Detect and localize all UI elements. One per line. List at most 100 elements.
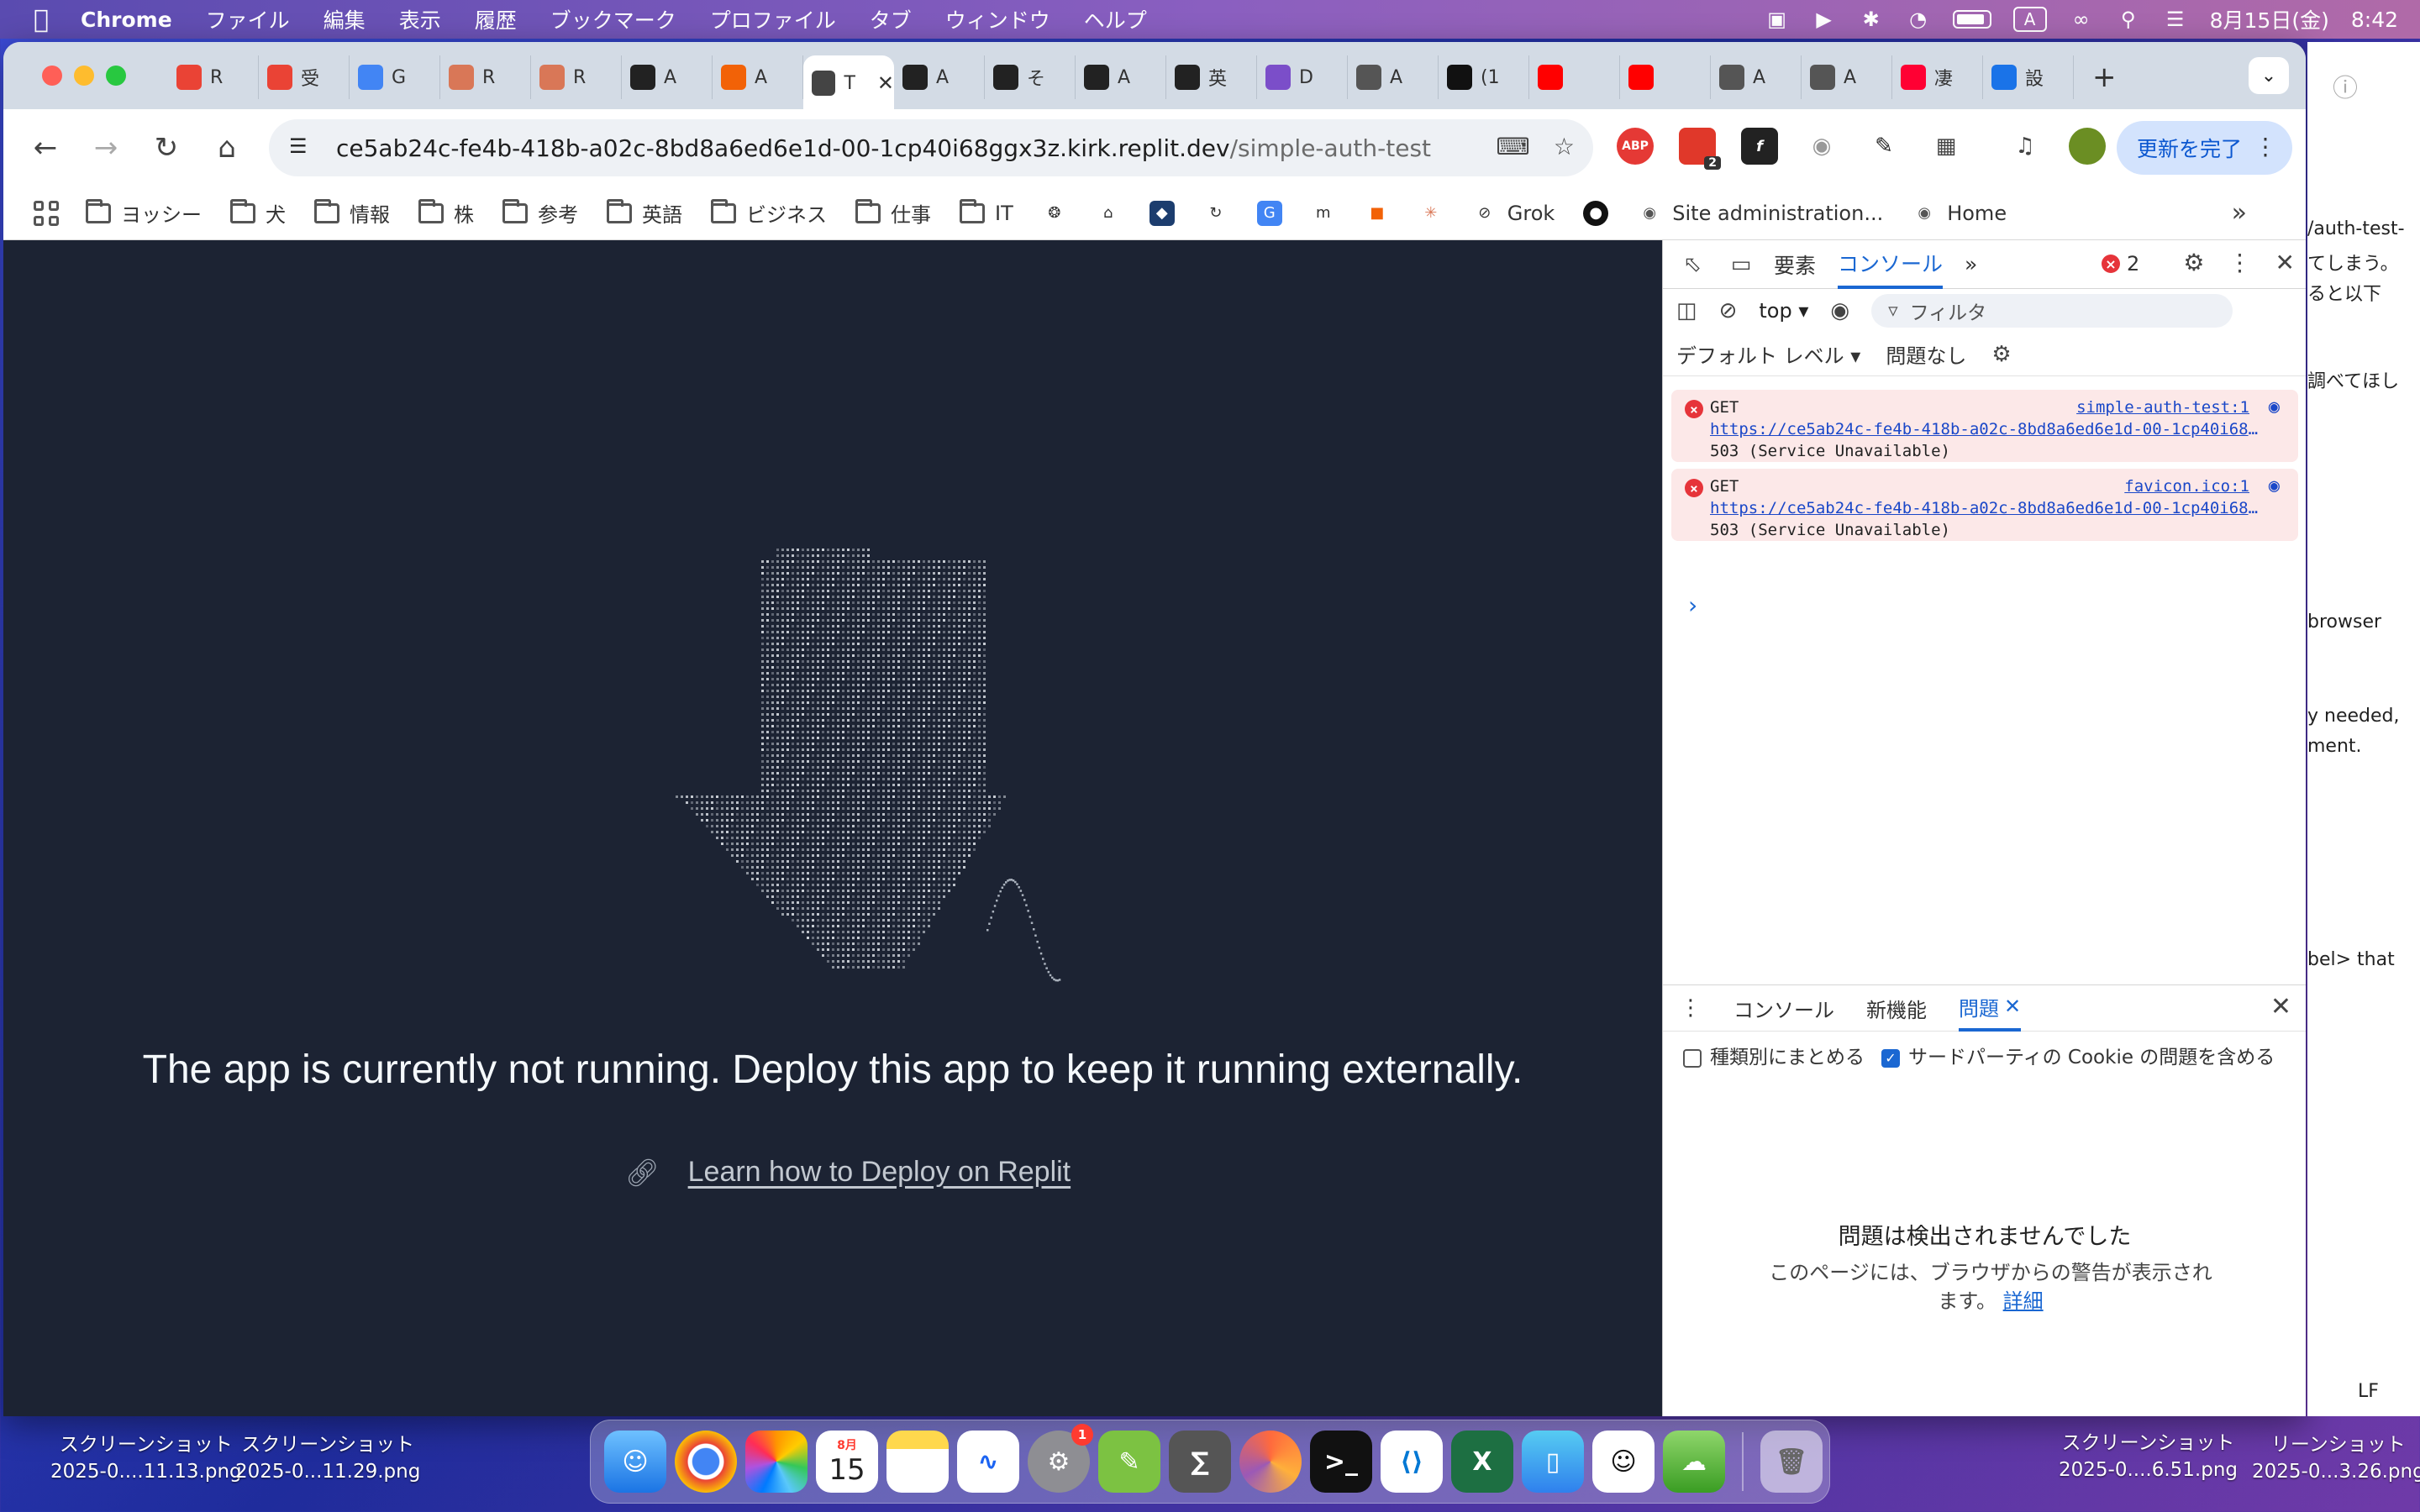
tab-console[interactable]: コンソール xyxy=(1838,240,1944,289)
browser-tab[interactable]: A xyxy=(1802,55,1892,99)
drawer-tab-console[interactable]: コンソール xyxy=(1733,994,1834,1023)
home-button[interactable]: ⌂ xyxy=(197,131,257,165)
notes-icon[interactable] xyxy=(886,1431,949,1493)
drawer-close-icon[interactable]: ✕ xyxy=(2270,992,2291,1021)
more-tabs-icon[interactable]: » xyxy=(1965,240,1977,289)
desktop-file[interactable]: リーンショット 2025-0...3.26.png xyxy=(2252,1431,2420,1485)
browser-tab[interactable]: 英 xyxy=(1166,55,1257,99)
browser-tab[interactable]: A xyxy=(1076,55,1166,99)
log-url-link[interactable]: https://ce5ab24c-fe4b-418b-a02c-8bd8a6ed… xyxy=(1710,499,2265,517)
bookmark-folder[interactable]: 情報 xyxy=(314,198,390,228)
log-source-link[interactable]: favicon.ico:1 xyxy=(2124,477,2249,496)
tab-active[interactable]: T ✕ xyxy=(803,55,894,111)
desktop-file[interactable]: スクリーンショット 2025-0...11.29.png xyxy=(235,1431,420,1485)
context-selector[interactable]: top ▾ xyxy=(1759,299,1808,323)
input-source-icon[interactable]: A xyxy=(2012,7,2047,32)
bookmark-folder[interactable]: ヨッシー xyxy=(86,198,202,228)
menu-date[interactable]: 8月15日(金) xyxy=(2210,4,2329,34)
bookmark-site-admin[interactable]: ◉ Site administration... xyxy=(1637,201,1883,226)
desktop-file[interactable]: スクリーンショット 2025-0....11.13.png xyxy=(50,1431,242,1485)
network-globe-icon[interactable]: ◉ xyxy=(2269,475,2280,496)
menu-edit[interactable]: 編集 xyxy=(324,4,366,34)
app-menu[interactable]: Chrome xyxy=(81,8,172,32)
cloud-app-icon[interactable]: ☁ xyxy=(1663,1431,1725,1493)
browser-tab[interactable]: A xyxy=(1348,55,1439,99)
bluetooth-icon[interactable]: ✱ xyxy=(1859,8,1884,31)
browser-tab[interactable]: 設 xyxy=(1983,55,2074,99)
browser-tab[interactable]: (1 xyxy=(1439,55,1529,99)
info-icon[interactable]: ⓘ xyxy=(2333,67,2358,104)
inspect-element-icon[interactable]: ⬁ xyxy=(1676,249,1708,281)
browser-tab[interactable]: R xyxy=(440,55,531,99)
capture-app-icon[interactable] xyxy=(1239,1431,1302,1493)
adblock-plus-icon[interactable]: ABP xyxy=(1617,128,1654,165)
bookmark-shield[interactable]: ◆ xyxy=(1149,200,1175,226)
bookmark-dark-circle[interactable]: ● xyxy=(1583,200,1609,226)
checkbox-checked[interactable]: ✓ xyxy=(1881,1048,1900,1068)
log-level-dropdown[interactable]: デフォルト レベル ▾ xyxy=(1676,339,1860,369)
apps-grid-icon[interactable] xyxy=(34,200,59,226)
apple-menu-icon[interactable]:  xyxy=(18,5,64,34)
bookmark-folder[interactable]: 株 xyxy=(418,198,474,228)
address-bar[interactable]: ☰ ce5ab24c-fe4b-418b-a02c-8bd8a6ed6e1d-0… xyxy=(269,119,1593,176)
site-info-icon[interactable]: ☰ xyxy=(289,134,318,161)
more-bookmarks-chevron-icon[interactable]: » xyxy=(2232,198,2247,228)
drawer-tab-issues[interactable]: 問題 ✕ xyxy=(1959,984,2022,1032)
clear-console-icon[interactable]: ⊘ xyxy=(1719,298,1738,323)
console-settings-icon[interactable]: ⚙ xyxy=(1991,342,2011,367)
browser-tab[interactable] xyxy=(1529,55,1620,99)
devtools-settings-icon[interactable]: ⚙ xyxy=(2183,249,2204,276)
console-filter-input[interactable]: ▿ フィルタ xyxy=(1871,294,2233,328)
bookmark-claude[interactable]: ✳ xyxy=(1418,201,1444,226)
freeform-icon[interactable]: ∿ xyxy=(957,1431,1019,1493)
iphone-mirroring-icon[interactable]: ▯ xyxy=(1522,1431,1584,1493)
desktop-file[interactable]: スクリーンショット 2025-0....6.51.png xyxy=(2059,1430,2238,1483)
log-source-link[interactable]: simple-auth-test:1 xyxy=(2076,398,2249,417)
browser-tab[interactable]: A xyxy=(1711,55,1802,99)
console-error-entry[interactable]: × GET favicon.ico:1 ◉ https://ce5ab24c-f… xyxy=(1671,469,2298,541)
issues-count[interactable]: 問題なし xyxy=(1886,339,1966,369)
minimize-window-button[interactable] xyxy=(74,66,94,86)
error-counter[interactable]: × 2 xyxy=(2102,252,2139,276)
menu-bookmarks[interactable]: ブックマーク xyxy=(550,4,676,34)
extension-badge-icon[interactable]: 2 xyxy=(1679,128,1721,170)
group-by-kind-checkbox[interactable]: 種類別にまとめる xyxy=(1683,1041,1865,1069)
camera-icon[interactable]: ◉ xyxy=(1803,128,1840,165)
drawer-tab-whats-new[interactable]: 新機能 xyxy=(1866,994,1927,1023)
browser-tab[interactable]: R xyxy=(531,55,622,99)
update-button[interactable]: 更新を完了 ⋮ xyxy=(2116,121,2292,175)
translate-icon[interactable]: ⌨ xyxy=(1496,133,1529,160)
console-prompt-chevron-icon[interactable]: › xyxy=(1688,591,1697,619)
calendar-icon[interactable]: 8月 15 xyxy=(816,1431,878,1493)
browser-tab[interactable]: G xyxy=(350,55,440,99)
bookmark-refresh[interactable]: ↻ xyxy=(1203,201,1228,226)
menu-file[interactable]: ファイル xyxy=(206,4,290,34)
deploy-link[interactable]: 🔗︎ Learn how to Deploy on Replit xyxy=(625,1156,1071,1189)
calculator-icon[interactable]: ∑ xyxy=(1169,1431,1231,1493)
browser-tab[interactable]: A xyxy=(622,55,713,99)
details-link[interactable]: 詳細 xyxy=(2003,1289,2044,1313)
bookmark-home[interactable]: ◉ Home xyxy=(1912,201,2007,226)
numbers-icon[interactable]: ✎ xyxy=(1098,1431,1160,1493)
tab-search-button[interactable]: ⌄ xyxy=(2249,57,2289,94)
terminal-icon[interactable]: >_ xyxy=(1310,1431,1372,1493)
bookmark-folder[interactable]: 参考 xyxy=(502,198,578,228)
menu-window[interactable]: ウィンドウ xyxy=(945,4,1050,34)
play-icon[interactable]: ▶ xyxy=(1812,8,1837,31)
puzzle-extensions-icon[interactable]: ▦ xyxy=(1928,128,1965,165)
battery-icon[interactable] xyxy=(1952,10,1991,29)
browser-tab[interactable] xyxy=(1620,55,1711,99)
photos-icon[interactable] xyxy=(745,1431,808,1493)
devtools-menu-icon[interactable]: ⋮ xyxy=(2228,249,2252,276)
bookmark-home-shape[interactable]: ⌂ xyxy=(1096,201,1121,226)
notification-icon[interactable]: ▣ xyxy=(1765,8,1790,31)
browser-tab[interactable]: D xyxy=(1257,55,1348,99)
menu-view[interactable]: 表示 xyxy=(399,4,441,34)
reader-app-icon[interactable]: ☺ xyxy=(1592,1431,1655,1493)
menu-time[interactable]: 8:42 xyxy=(2351,8,2398,32)
system-settings-icon[interactable]: ⚙ 1 xyxy=(1028,1424,1093,1493)
bookmark-translate[interactable]: G xyxy=(1256,200,1282,226)
chrome-menu-icon[interactable]: ⋮ xyxy=(2254,133,2277,160)
third-party-cookie-checkbox[interactable]: ✓ サードパーティの Cookie の問題を含める xyxy=(1881,1041,2275,1069)
browser-tab[interactable]: R xyxy=(168,55,259,99)
